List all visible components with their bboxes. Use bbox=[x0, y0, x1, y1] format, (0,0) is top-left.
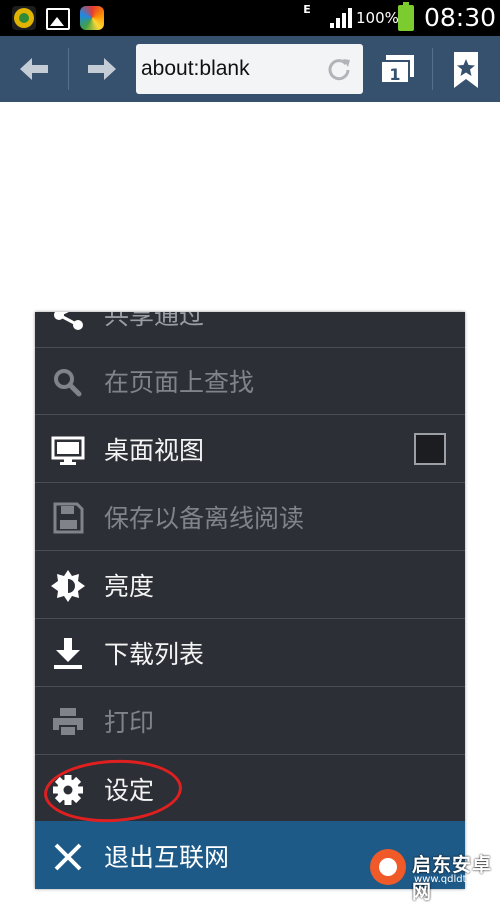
menu-item-label: 退出互联网 bbox=[104, 843, 230, 872]
menu-item-downloads[interactable]: 下载列表 bbox=[35, 620, 465, 687]
menu-item-label: 桌面视图 bbox=[104, 436, 205, 465]
browser-toolbar: about:blank 1 bbox=[0, 36, 500, 102]
menu-item-label: 亮度 bbox=[104, 572, 155, 601]
toolbar-divider bbox=[432, 48, 433, 90]
battery-icon bbox=[398, 2, 414, 31]
forward-button[interactable] bbox=[70, 36, 134, 102]
menu-item-share[interactable]: 共享通过 bbox=[35, 312, 465, 348]
watermark-url: www.qdldtcs.com bbox=[414, 874, 500, 885]
menu-item-print[interactable]: 打印 bbox=[35, 688, 465, 755]
reload-icon[interactable] bbox=[326, 56, 352, 82]
menu-item-label: 打印 bbox=[104, 708, 155, 737]
menu-item-save-offline[interactable]: 保存以备离线阅读 bbox=[35, 484, 465, 551]
menu-item-label: 共享通过 bbox=[104, 312, 205, 330]
watermark-logo-icon bbox=[370, 849, 406, 885]
bookmark-star-icon bbox=[454, 52, 478, 88]
print-icon bbox=[53, 708, 83, 737]
bookmarks-button[interactable] bbox=[446, 50, 486, 90]
menu-item-brightness[interactable]: 亮度 bbox=[35, 552, 465, 619]
share-icon bbox=[54, 312, 83, 330]
status-bar: E 100% 08:30 bbox=[0, 0, 500, 36]
menu-item-label: 在页面上查找 bbox=[104, 368, 255, 397]
brightness-icon bbox=[51, 570, 85, 602]
menu-item-label: 保存以备离线阅读 bbox=[104, 504, 305, 533]
app-store-notification-icon bbox=[80, 6, 104, 30]
search-icon bbox=[54, 369, 82, 397]
menu-item-find-on-page[interactable]: 在页面上查找 bbox=[35, 348, 465, 415]
desktop-view-checkbox[interactable] bbox=[414, 433, 446, 465]
download-icon bbox=[54, 638, 82, 669]
url-text: about:blank bbox=[141, 57, 250, 80]
clock: 08:30 bbox=[424, 3, 497, 32]
save-icon bbox=[53, 502, 84, 534]
battery-percent: 100% bbox=[356, 9, 399, 27]
arrow-left-icon bbox=[20, 58, 48, 80]
back-button[interactable] bbox=[2, 36, 66, 102]
tabs-button[interactable]: 1 bbox=[378, 53, 418, 87]
watermark: 启东安卓网 www.qdldtcs.com bbox=[360, 847, 500, 903]
close-icon bbox=[54, 843, 82, 871]
menu-item-desktop-view[interactable]: 桌面视图 bbox=[35, 416, 465, 483]
tabs-icon: 1 bbox=[380, 55, 414, 84]
arrow-right-icon bbox=[88, 58, 116, 80]
monitor-icon bbox=[51, 436, 85, 465]
menu-item-label: 下载列表 bbox=[104, 640, 205, 669]
app-notification-icon bbox=[12, 6, 36, 30]
url-field[interactable]: about:blank bbox=[136, 44, 363, 94]
gallery-notification-icon bbox=[46, 8, 70, 30]
signal-icon bbox=[330, 8, 352, 28]
toolbar-divider bbox=[68, 48, 69, 90]
network-type: E bbox=[303, 3, 311, 16]
tab-count: 1 bbox=[389, 65, 400, 84]
